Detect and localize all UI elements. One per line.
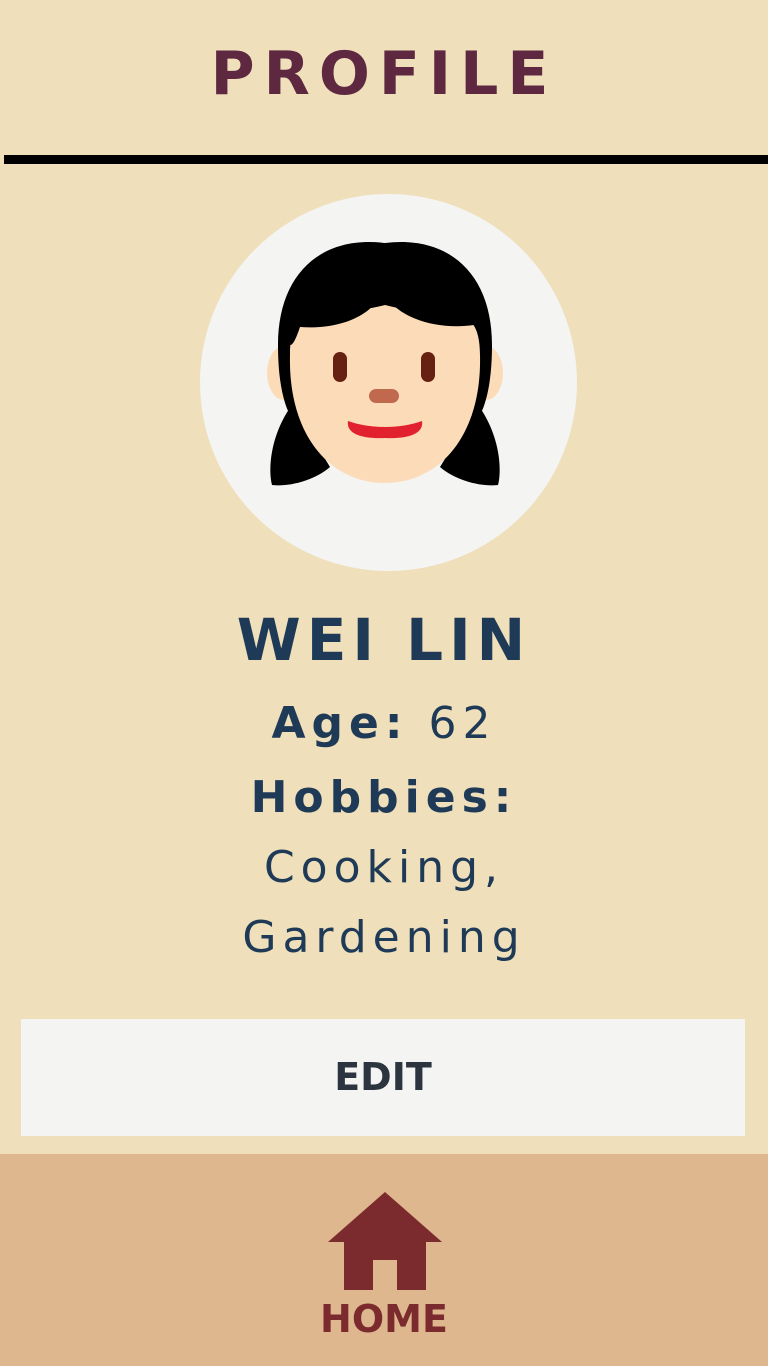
profile-name: WEI LIN <box>236 606 532 674</box>
home-nav-button[interactable]: HOME <box>309 1184 459 1354</box>
hobbies-value-line1: Cooking, <box>263 842 505 893</box>
home-label: HOME <box>320 1297 448 1341</box>
hobbies-label: Hobbies: <box>250 772 518 823</box>
header-divider <box>4 155 768 164</box>
edit-button[interactable]: EDIT <box>21 1019 745 1136</box>
page-title: PROFILE <box>210 39 558 109</box>
age-label: Age: <box>271 698 409 749</box>
age-row: Age: 62 <box>0 694 768 754</box>
hobbies-value-line2: Gardening <box>242 912 526 963</box>
age-value: 62 <box>428 698 497 749</box>
home-icon <box>328 1192 442 1290</box>
woman-face-icon <box>267 241 503 486</box>
